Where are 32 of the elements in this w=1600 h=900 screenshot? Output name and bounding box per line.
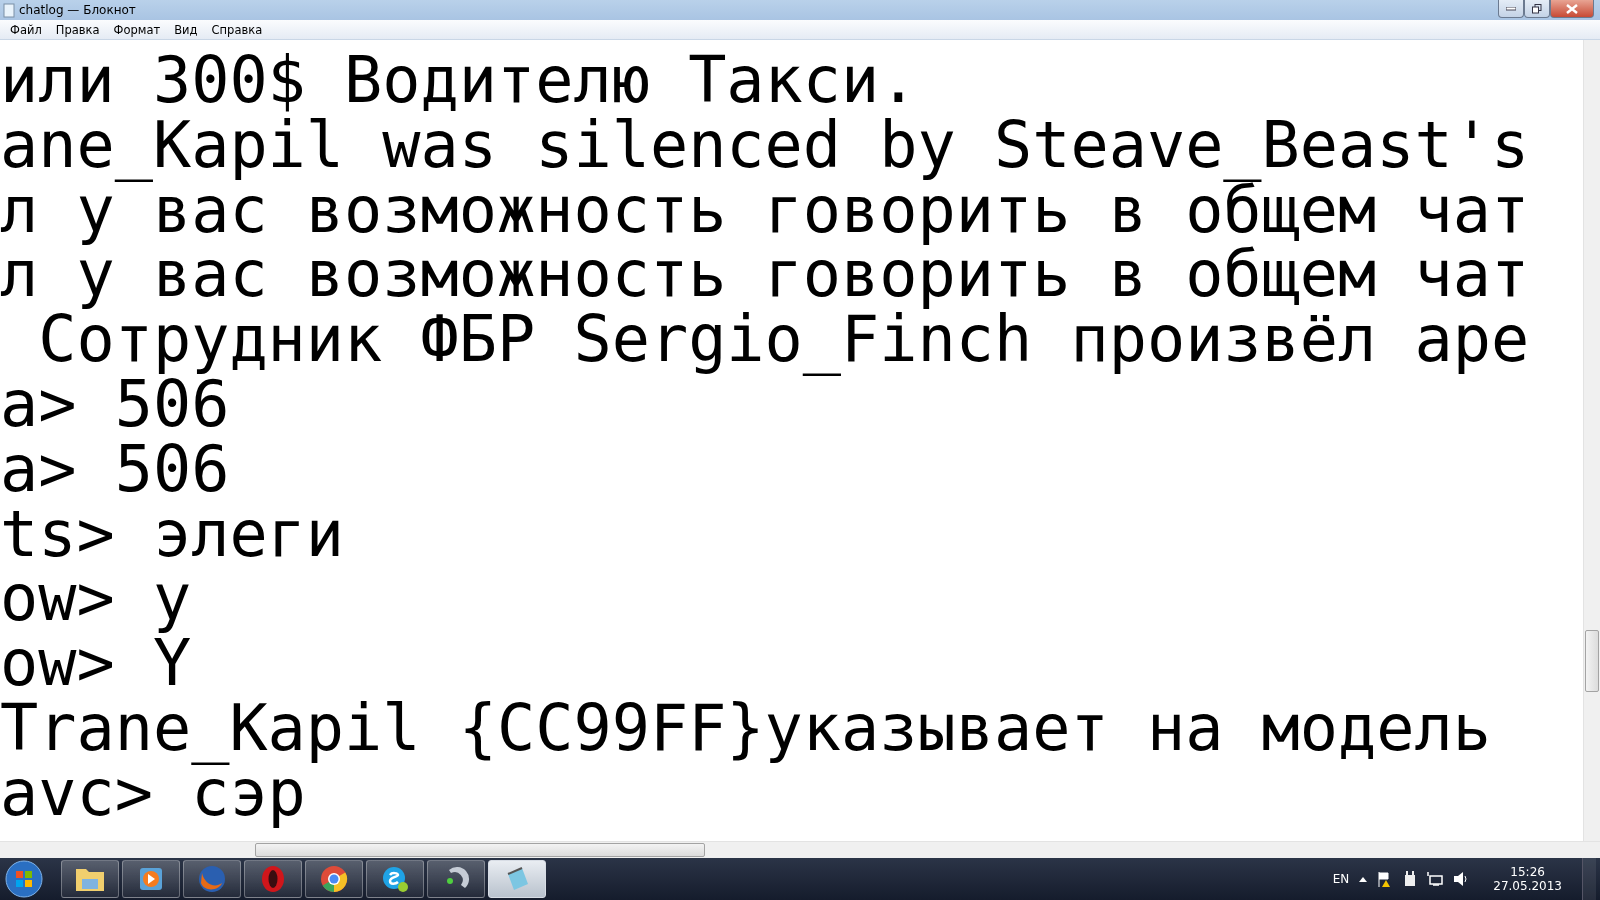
menu-item[interactable]: Правка [48,22,107,37]
menu-item[interactable]: Справка [204,22,270,37]
chrome-icon [319,864,349,894]
vertical-scrollbar[interactable] [1583,40,1600,841]
clock-time[interactable]: 15:26 [1510,865,1545,879]
menu-item[interactable]: Файл [3,22,49,37]
restore-button[interactable] [1524,0,1550,18]
window-title: chatlog — Блокнот [19,3,136,17]
menu-item[interactable]: Вид [167,22,205,37]
speaker-icon[interactable] [1453,871,1470,887]
text-line: ts> элеги [0,501,345,567]
scroll-thumb[interactable] [255,843,705,857]
close-icon [1566,3,1578,14]
text-line: a> 506 [0,436,230,502]
scroll-thumb[interactable] [1585,630,1599,692]
up-arrow-icon[interactable] [1359,876,1368,882]
notepad-icon [3,2,15,18]
power-plug-icon[interactable] [1403,871,1418,887]
play-icon [137,865,165,893]
menu-item[interactable]: Формат [106,22,168,37]
close-button[interactable] [1550,0,1594,18]
language-indicator[interactable]: EN [1332,872,1350,886]
minimize-icon [1506,6,1516,11]
clock-date[interactable]: 27.05.2013 [1493,879,1562,893]
network-icon[interactable] [1427,871,1444,887]
restore-icon [1532,3,1542,14]
start-button[interactable] [2,859,46,899]
minimize-button[interactable] [1498,0,1524,18]
horizontal-scrollbar[interactable] [0,841,1600,858]
text-line: или 300$ Водителю Такси. [0,48,918,113]
ring-icon [259,864,287,894]
text-line: ow> у [0,566,192,632]
